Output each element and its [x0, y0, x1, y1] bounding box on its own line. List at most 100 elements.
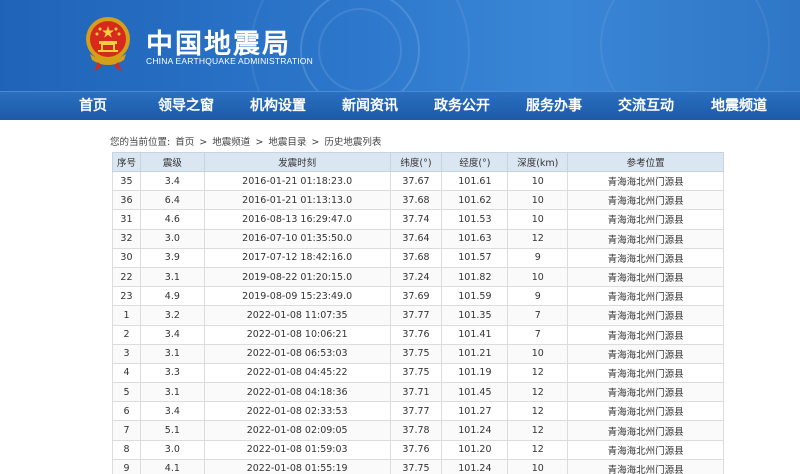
nav-item-news[interactable]: 新闻资讯 — [342, 92, 398, 121]
cell-id: 7 — [112, 420, 141, 441]
cell-location[interactable]: 青海海北州门源县 — [567, 324, 724, 345]
table-row: 5 3.1 2022-01-08 04:18:36 37.71 101.45 12 青海海北… — [112, 382, 724, 403]
nav-item-government-affairs[interactable]: 政务公开 — [434, 92, 490, 121]
cell-location[interactable]: 青海海北州门源县 — [567, 401, 724, 422]
cell-time: 2022-01-08 11:07:35 — [203, 305, 391, 326]
cell-longitude: 101.41 — [441, 324, 509, 345]
cell-location[interactable]: 青海海北州门源县 — [567, 247, 724, 268]
cell-location[interactable]: 青海海北州门源县 — [567, 382, 724, 403]
cell-depth: 9 — [507, 286, 569, 307]
cell-magnitude: 3.2 — [139, 305, 205, 326]
cell-id: 8 — [112, 439, 141, 460]
table-row: 2 3.4 2022-01-08 10:06:21 37.76 101.41 7 青海海北州… — [112, 324, 724, 345]
nav-item-earthquake-channel[interactable]: 地震频道 — [711, 92, 767, 121]
cell-magnitude: 3.9 — [139, 247, 205, 268]
cell-latitude: 37.77 — [389, 305, 443, 326]
cell-id: 3 — [112, 343, 141, 364]
cell-location[interactable]: 青海海北州门源县 — [567, 420, 724, 441]
cell-depth: 12 — [507, 228, 569, 249]
cell-time: 2022-01-08 01:59:03 — [203, 439, 391, 460]
cell-longitude: 101.61 — [441, 170, 509, 192]
table-row: 30 3.9 2017-07-12 18:42:16.0 37.68 101.57 9 青海… — [112, 247, 724, 268]
cell-depth: 10 — [507, 209, 569, 230]
cell-latitude: 37.67 — [389, 170, 443, 192]
cell-id: 36 — [112, 190, 141, 211]
cell-depth: 12 — [507, 401, 569, 422]
cell-longitude: 101.57 — [441, 247, 509, 268]
cell-id: 32 — [112, 228, 141, 249]
cell-magnitude: 5.1 — [139, 420, 205, 441]
cell-location[interactable]: 青海海北州门源县 — [567, 190, 724, 211]
nav-item-services[interactable]: 服务办事 — [526, 92, 582, 121]
table-row: 1 3.2 2022-01-08 11:07:35 37.77 101.35 7 青海海北州… — [112, 305, 724, 326]
cell-longitude: 101.20 — [441, 439, 509, 460]
cell-depth: 10 — [507, 343, 569, 364]
cell-magnitude: 3.3 — [139, 362, 205, 384]
column-header-magnitude: 震级 — [139, 152, 205, 172]
breadcrumb-link-catalog[interactable]: 地震目录 — [268, 137, 306, 148]
breadcrumb-separator: > — [311, 137, 320, 148]
national-emblem-icon[interactable] — [84, 14, 132, 74]
cell-location[interactable]: 青海海北州门源县 — [567, 305, 724, 326]
column-header-time: 发震时刻 — [203, 152, 391, 172]
cell-time: 2022-01-08 04:45:22 — [203, 362, 391, 384]
cell-latitude: 37.75 — [389, 458, 443, 474]
table-body: 35 3.4 2016-01-21 01:18:23.0 37.67 101.61 10 青… — [112, 170, 724, 474]
cell-location[interactable]: 青海海北州门源县 — [567, 170, 724, 192]
cell-latitude: 37.68 — [389, 247, 443, 268]
cell-location[interactable]: 青海海北州门源县 — [567, 458, 724, 474]
breadcrumb-link-earthquake-channel[interactable]: 地震频道 — [212, 137, 250, 148]
cell-time: 2016-08-13 16:29:47.0 — [203, 209, 391, 230]
nav-item-home[interactable]: 首页 — [79, 92, 107, 121]
cell-longitude: 101.35 — [441, 305, 509, 326]
cell-time: 2019-08-22 01:20:15.0 — [203, 266, 391, 288]
table-row: 9 4.1 2022-01-08 01:55:19 37.75 101.24 10 青海海北… — [112, 458, 724, 474]
cell-depth: 12 — [507, 362, 569, 384]
cell-latitude: 37.68 — [389, 190, 443, 211]
cell-id: 5 — [112, 382, 141, 403]
cell-id: 23 — [112, 286, 141, 307]
cell-id: 35 — [112, 170, 141, 192]
nav-item-interaction[interactable]: 交流互动 — [618, 92, 674, 121]
cell-location[interactable]: 青海海北州门源县 — [567, 362, 724, 384]
cell-latitude: 37.76 — [389, 439, 443, 460]
cell-id: 6 — [112, 401, 141, 422]
cell-magnitude: 3.0 — [139, 228, 205, 249]
cell-location[interactable]: 青海海北州门源县 — [567, 228, 724, 249]
cell-location[interactable]: 青海海北州门源县 — [567, 286, 724, 307]
cell-depth: 10 — [507, 190, 569, 211]
nav-item-leaders[interactable]: 领导之窗 — [158, 92, 214, 121]
cell-latitude: 37.64 — [389, 228, 443, 249]
cell-latitude: 37.24 — [389, 266, 443, 288]
main-nav: 首页 领导之窗 机构设置 新闻资讯 政务公开 服务办事 交流互动 地震频道 — [0, 91, 800, 120]
cell-magnitude: 4.6 — [139, 209, 205, 230]
table-row: 8 3.0 2022-01-08 01:59:03 37.76 101.20 12 青海海北… — [112, 439, 724, 460]
cell-depth: 7 — [507, 324, 569, 345]
cell-depth: 7 — [507, 305, 569, 326]
cell-time: 2022-01-08 02:33:53 — [203, 401, 391, 422]
cell-depth: 12 — [507, 420, 569, 441]
cell-magnitude: 6.4 — [139, 190, 205, 211]
cell-magnitude: 3.1 — [139, 343, 205, 364]
cell-magnitude: 3.4 — [139, 401, 205, 422]
cell-id: 30 — [112, 247, 141, 268]
site-header: 中国地震局 CHINA EARTHQUAKE ADMINISTRATION — [0, 0, 800, 91]
cell-magnitude: 3.4 — [139, 324, 205, 345]
cell-location[interactable]: 青海海北州门源县 — [567, 343, 724, 364]
breadcrumb-link-home[interactable]: 首页 — [175, 137, 194, 148]
cell-longitude: 101.19 — [441, 362, 509, 384]
cell-id: 4 — [112, 362, 141, 384]
cell-time: 2022-01-08 06:53:03 — [203, 343, 391, 364]
cell-location[interactable]: 青海海北州门源县 — [567, 266, 724, 288]
column-header-id: 序号 — [112, 152, 141, 172]
table-row: 6 3.4 2022-01-08 02:33:53 37.77 101.27 12 青海海北… — [112, 401, 724, 422]
cell-latitude: 37.69 — [389, 286, 443, 307]
nav-item-organization[interactable]: 机构设置 — [250, 92, 306, 121]
table-row: 36 6.4 2016-01-21 01:13:13.0 37.68 101.62 10 青… — [112, 190, 724, 211]
cell-longitude: 101.27 — [441, 401, 509, 422]
cell-location[interactable]: 青海海北州门源县 — [567, 209, 724, 230]
cell-longitude: 101.59 — [441, 286, 509, 307]
cell-depth: 12 — [507, 439, 569, 460]
cell-location[interactable]: 青海海北州门源县 — [567, 439, 724, 460]
table-row: 7 5.1 2022-01-08 02:09:05 37.78 101.24 12 青海海北… — [112, 420, 724, 441]
